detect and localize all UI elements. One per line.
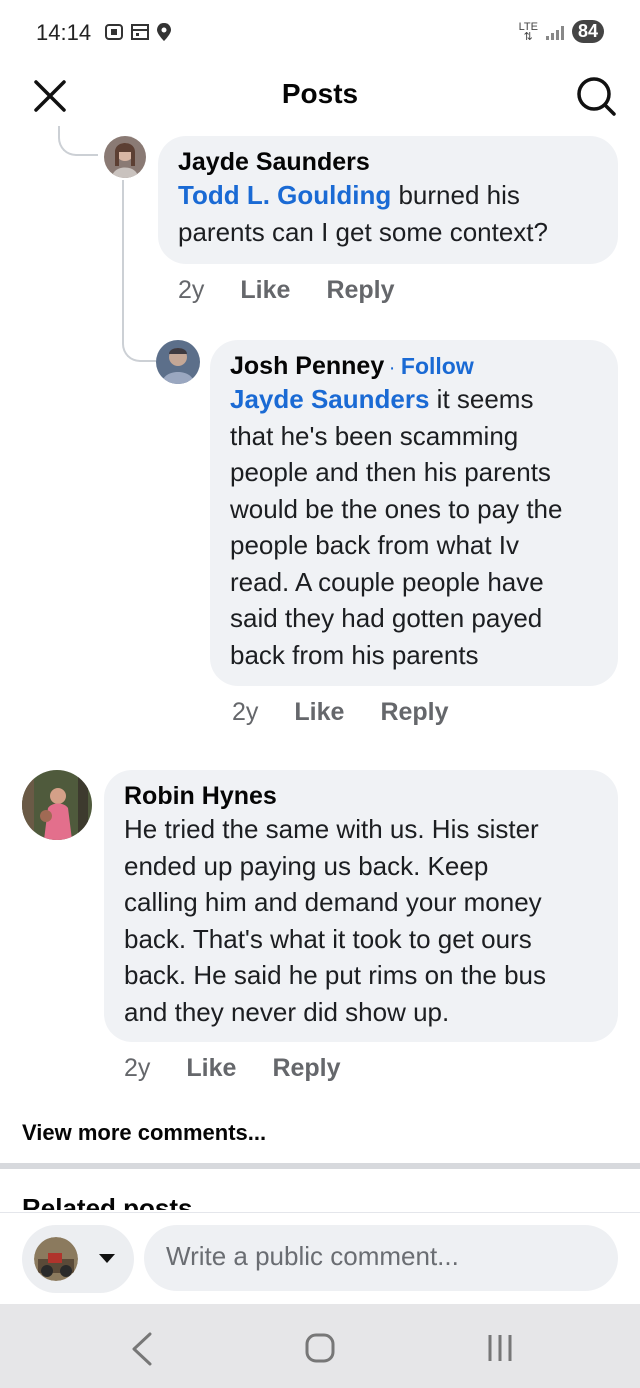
comment-text: He tried the same with us. His sister en…	[124, 811, 598, 1030]
comment-author[interactable]: Robin Hynes	[124, 782, 598, 811]
like-button[interactable]: Like	[186, 1054, 236, 1083]
thread-connector	[122, 180, 156, 362]
status-icons	[104, 22, 172, 42]
mention-link[interactable]: Jayde Saunders	[230, 384, 429, 414]
view-more-comments-link[interactable]: View more comments...	[22, 1120, 266, 1146]
comment-bubble: Robin Hynes He tried the same with us. H…	[104, 770, 618, 1042]
home-icon[interactable]	[304, 1332, 336, 1364]
recents-icon[interactable]	[484, 1332, 516, 1364]
avatar[interactable]	[156, 340, 200, 384]
avatar[interactable]	[22, 770, 92, 840]
search-icon[interactable]	[574, 74, 618, 118]
calendar-icon	[131, 24, 149, 40]
like-button[interactable]: Like	[240, 276, 290, 305]
comment-text-line: back. He said he put rims on the bus	[124, 960, 547, 990]
comment-text-line: would be the ones to pay the	[230, 493, 563, 524]
mention-link[interactable]: Todd L. Goulding	[178, 180, 391, 210]
comment-text-line: and they never did show up.	[124, 996, 450, 1027]
related-posts-heading: Related posts	[22, 1196, 322, 1210]
section-divider	[0, 1163, 640, 1169]
comment-text: Todd L. Goulding burned his parents can …	[178, 177, 598, 250]
identity-switcher[interactable]	[22, 1225, 134, 1293]
comment-time: 2y	[124, 1054, 151, 1082]
comment-text-line: burned his	[391, 180, 520, 210]
reply-button[interactable]: Reply	[380, 698, 448, 727]
reply-button[interactable]: Reply	[326, 276, 394, 305]
network-type: LTE	[518, 20, 538, 33]
comment-time: 2y	[232, 698, 259, 726]
top-app-bar: Posts	[0, 64, 640, 126]
comment-text-line: people back from what Iv	[230, 530, 520, 560]
network-indicator: LTE ⇅	[518, 20, 538, 43]
signal-icon	[545, 24, 564, 40]
comment-text: Jayde Saunders it seems that he's been s…	[230, 381, 598, 673]
status-bar: 14:14 LTE ⇅ 84	[0, 0, 640, 64]
comment-text-line: said they had gotten payed	[230, 603, 543, 633]
chevron-down-icon	[99, 1254, 115, 1263]
comment-author[interactable]: Josh Penney	[230, 352, 384, 380]
separator-dot: ·	[388, 357, 401, 379]
comment-text-line: back. That's what it took to get ours	[124, 923, 532, 954]
comment-bubble: Josh Penney · Follow Jayde Saunders it s…	[210, 340, 618, 686]
system-navigation-bar	[0, 1304, 640, 1388]
comment-time: 2y	[178, 276, 205, 304]
comment-text-line: ended up paying us back. Keep	[124, 850, 489, 881]
comment-author[interactable]: Jayde Saunders	[178, 148, 598, 177]
comment-actions: 2y Like Reply	[232, 698, 449, 727]
related-posts-heading-text: Related posts	[22, 1196, 193, 1210]
comment-text-line: calling him and demand your money	[124, 887, 542, 917]
avatar	[34, 1237, 78, 1281]
comment-bubble: Jayde Saunders Todd L. Goulding burned h…	[158, 136, 618, 264]
comment-text-line: back from his parents	[230, 639, 479, 670]
comment-actions: 2y Like Reply	[124, 1054, 341, 1083]
comment-text-line: read. A couple people have	[230, 566, 544, 597]
comment-text-line: people and then his parents	[230, 457, 551, 487]
comment-actions: 2y Like Reply	[178, 276, 395, 305]
comment-composer: Write a public comment...	[0, 1212, 640, 1304]
page-title: Posts	[281, 78, 359, 109]
screenshot-icon	[105, 24, 123, 40]
back-icon[interactable]	[130, 1332, 154, 1366]
reply-button[interactable]: Reply	[272, 1054, 340, 1083]
avatar[interactable]	[104, 136, 146, 178]
comment-header: Josh Penney · Follow	[230, 352, 598, 381]
battery-badge: 84	[571, 20, 604, 43]
thread-connector	[58, 126, 98, 156]
comment-input[interactable]: Write a public comment...	[144, 1225, 618, 1291]
comment-text-line: that he's been scamming	[230, 420, 519, 451]
comment-text-line: parents can I get some context?	[178, 216, 548, 247]
location-icon	[157, 23, 171, 41]
status-right: LTE ⇅ 84	[519, 20, 604, 43]
like-button[interactable]: Like	[294, 698, 344, 727]
follow-button[interactable]: Follow	[401, 353, 474, 379]
data-arrows-icon: ⇅	[523, 30, 533, 43]
comment-text-line: it seems	[429, 384, 534, 414]
comment-text-line: He tried the same with us. His sister	[124, 814, 539, 844]
status-time: 14:14	[36, 20, 92, 45]
